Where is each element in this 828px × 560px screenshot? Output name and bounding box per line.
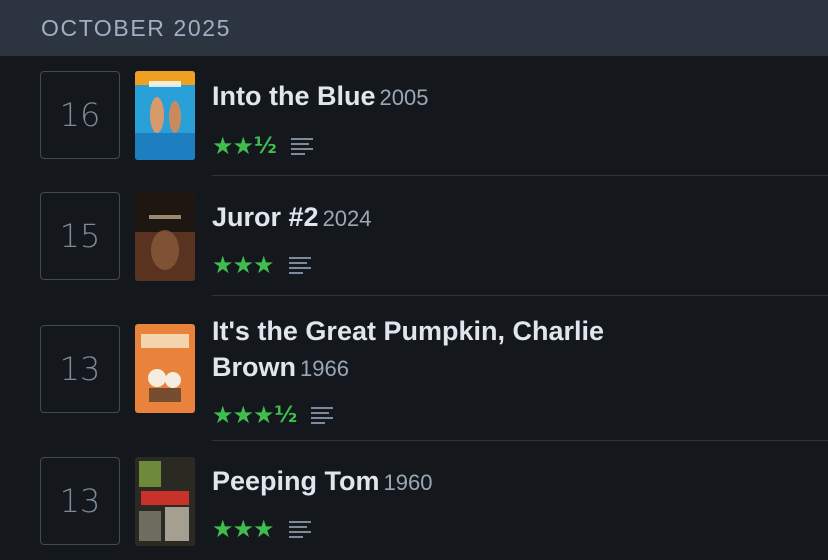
month-label: OCTOBER 2025 — [41, 14, 232, 41]
poster-peeping-tom[interactable] — [135, 457, 195, 546]
film-title[interactable]: Brown 1966 — [212, 350, 692, 386]
film-title[interactable]: It's the Great Pumpkin, Charlie — [212, 314, 692, 348]
divider — [212, 440, 828, 441]
month-header: OCTOBER 2025 — [0, 0, 828, 56]
rating-row: ★★ ½ — [212, 132, 313, 160]
review-lines-icon[interactable] — [290, 136, 313, 156]
rating-row: ★★★ ½ — [212, 401, 334, 429]
film-title-text[interactable]: Into the Blue — [212, 81, 376, 111]
half-star: ½ — [254, 133, 277, 159]
review-lines-icon[interactable] — [288, 519, 311, 539]
film-title-text[interactable]: Peeping Tom — [212, 466, 380, 496]
film-year[interactable]: 2005 — [380, 85, 429, 110]
film-year[interactable]: 1960 — [384, 470, 433, 495]
film-title[interactable]: Into the Blue 2005 — [212, 79, 692, 115]
film-year[interactable]: 1966 — [300, 356, 349, 381]
star-rating: ★★★ — [212, 401, 275, 429]
day-box[interactable]: 13 — [40, 325, 120, 413]
poster-great-pumpkin[interactable] — [135, 324, 195, 413]
rating-row: ★★★ — [212, 251, 311, 279]
film-title-text[interactable]: It's the Great Pumpkin, Charlie — [212, 316, 604, 346]
half-star: ½ — [274, 402, 298, 428]
star-rating: ★★★ — [212, 515, 275, 543]
day-box[interactable]: 13 — [40, 457, 120, 545]
film-title-text[interactable]: Brown — [212, 352, 296, 382]
star-rating: ★★★ — [212, 251, 275, 279]
review-lines-icon[interactable] — [288, 255, 311, 275]
poster-juror-2[interactable] — [135, 192, 195, 281]
divider — [212, 295, 828, 296]
day-box[interactable]: 16 — [40, 71, 120, 159]
film-title-text[interactable]: Juror #2 — [212, 202, 319, 232]
film-title[interactable]: Peeping Tom 1960 — [212, 464, 692, 500]
divider — [212, 175, 828, 176]
poster-into-the-blue[interactable] — [135, 71, 195, 160]
star-rating: ★★ — [212, 132, 254, 160]
film-year[interactable]: 2024 — [323, 206, 372, 231]
film-title[interactable]: Juror #2 2024 — [212, 200, 692, 236]
day-box[interactable]: 15 — [40, 192, 120, 280]
review-lines-icon[interactable] — [311, 405, 334, 425]
rating-row: ★★★ — [212, 515, 311, 543]
